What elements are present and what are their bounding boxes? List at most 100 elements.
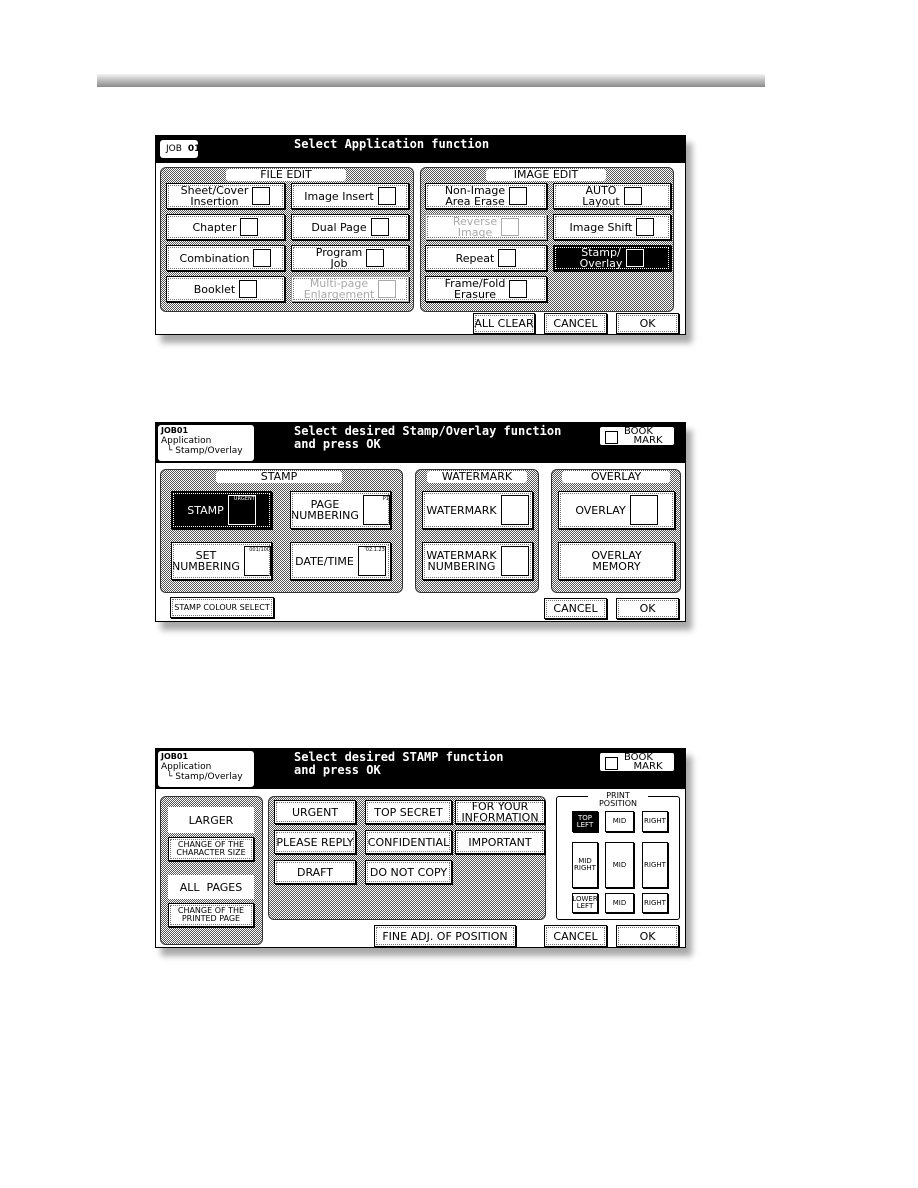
button-chapter[interactable]: Chapter <box>166 214 285 240</box>
image-shift-icon <box>636 218 655 236</box>
button-overlay-memory-label: OVERLAY MEMORY <box>591 549 642 573</box>
button-watermark[interactable]: WATERMARK <box>422 491 533 529</box>
stamp-preview-icon: P1 <box>362 495 390 525</box>
non-image-erase-icon <box>509 187 528 205</box>
button-stamp-overlay[interactable]: Stamp/ Overlay <box>553 245 671 271</box>
stamp-please-reply[interactable]: PLEASE REPLY <box>274 830 356 854</box>
button-repeat-label: Repeat <box>455 251 495 265</box>
button-overlay-label: OVERLAY <box>575 503 626 517</box>
screen-title: Select desired STAMP function and press … <box>294 750 504 777</box>
button-program-job[interactable]: Program Job <box>291 245 409 271</box>
header-rule <box>97 74 765 87</box>
button-sheet-cover-insertion[interactable]: Sheet/Cover Insertion <box>166 183 285 209</box>
button-dual-page[interactable]: Dual Page <box>291 214 409 240</box>
position-mid-right[interactable]: MID RIGHT <box>572 842 598 888</box>
button-program-job-label: Program Job <box>315 246 363 270</box>
screen-header: JOB01 Application └ Stamp/Overlay Select… <box>156 749 685 789</box>
button-watermark-numbering[interactable]: WATERMARK NUMBERING <box>422 542 533 580</box>
button-reverse-image: Reverse Image <box>425 214 547 240</box>
button-auto-layout[interactable]: AUTO Layout <box>553 183 671 209</box>
button-booklet[interactable]: Booklet <box>166 276 285 302</box>
button-non-image-area-erase-label: Non-Image Area Erase <box>444 184 506 208</box>
sheet-cover-icon <box>252 187 271 205</box>
stamp-overlay-icon <box>626 249 645 267</box>
ok-button[interactable]: OK <box>616 598 679 619</box>
button-image-insert[interactable]: Image Insert <box>291 183 409 209</box>
stamp-preview-icon <box>629 495 658 525</box>
all-clear-button[interactable]: ALL CLEAR <box>473 313 535 334</box>
button-watermark-numbering-label: WATERMARK NUMBERING <box>426 549 497 573</box>
button-repeat[interactable]: Repeat <box>425 245 547 271</box>
button-date-time[interactable]: DATE/TIME '02.1.23 <box>290 542 391 580</box>
breadcrumb: JOB01 Application └ Stamp/Overlay <box>158 425 254 461</box>
screen-header: JOB 01 Select Application function <box>156 136 685 163</box>
button-auto-layout-label: AUTO Layout <box>582 184 620 208</box>
character-size-value: LARGER <box>168 807 254 833</box>
repeat-icon <box>498 249 517 267</box>
ok-button[interactable]: OK <box>616 925 679 947</box>
position-lower-left[interactable]: LOWER LEFT <box>572 893 598 913</box>
stamp-group-label: STAMP <box>216 471 342 483</box>
button-multi-page-enlargement-label: Multi-page Enlargement <box>303 277 375 301</box>
button-overlay-memory[interactable]: OVERLAY MEMORY <box>558 542 675 580</box>
stamp-do-not-copy[interactable]: DO NOT COPY <box>365 860 452 884</box>
cancel-button[interactable]: CANCEL <box>544 598 607 619</box>
frame-fold-icon <box>509 280 528 298</box>
stamp-function-screen: JOB01 Application └ Stamp/Overlay Select… <box>155 748 686 948</box>
ok-button[interactable]: OK <box>616 313 679 334</box>
cancel-button[interactable]: CANCEL <box>544 925 607 947</box>
button-image-shift[interactable]: Image Shift <box>553 214 671 240</box>
change-character-size-button[interactable]: CHANGE OF THE CHARACTER SIZE <box>168 837 254 861</box>
button-sheet-cover-insertion-label: Sheet/Cover Insertion <box>180 184 249 208</box>
position-right[interactable]: RIGHT <box>642 842 668 888</box>
job-tab: JOB 01 <box>160 140 201 158</box>
screen-header: JOB01 Application └ Stamp/Overlay Select… <box>156 423 685 463</box>
job-label: JOB <box>166 144 182 154</box>
image-insert-icon <box>377 187 396 205</box>
stamp-colour-select-button[interactable]: STAMP COLOUR SELECT <box>170 597 274 618</box>
reverse-image-icon <box>501 218 520 236</box>
position-mid[interactable]: MID <box>605 893 634 913</box>
button-chapter-label: Chapter <box>192 220 237 234</box>
change-printed-page-button[interactable]: CHANGE OF THE PRINTED PAGE <box>168 903 254 927</box>
position-right[interactable]: RIGHT <box>642 893 668 913</box>
cancel-button[interactable]: CANCEL <box>544 313 607 334</box>
button-frame-fold-erasure[interactable]: Frame/Fold Erasure <box>425 276 547 302</box>
stamp-overlay-screen: JOB01 Application └ Stamp/Overlay Select… <box>155 422 686 622</box>
button-set-numbering[interactable]: SET NUMBERING 001/100 <box>171 542 272 580</box>
bookmark-button[interactable]: BOOK MARK <box>599 426 675 446</box>
position-right-label: RIGHT <box>644 817 666 825</box>
position-mid[interactable]: MID <box>605 811 634 832</box>
stamp-confidential[interactable]: CONFIDENTIAL <box>365 830 452 854</box>
position-lower-left-label: LOWER LEFT <box>572 895 598 910</box>
button-dual-page-label: Dual Page <box>311 220 367 234</box>
button-page-numbering[interactable]: PAGE NUMBERING P1 <box>290 491 391 529</box>
stamp-please-reply-label: PLEASE REPLY <box>276 835 354 849</box>
position-top-left[interactable]: TOP LEFT <box>572 811 598 832</box>
stamp-top-secret[interactable]: TOP SECRET <box>365 800 452 824</box>
fine-adj-position-button[interactable]: FINE ADJ. OF POSITION <box>374 925 516 947</box>
stamp-urgent[interactable]: URGENT <box>274 800 356 824</box>
position-right-label: RIGHT <box>644 898 666 907</box>
button-stamp[interactable]: STAMP URGENT <box>171 491 272 529</box>
bookmark-checkbox-icon <box>605 431 618 444</box>
position-mid[interactable]: MID <box>605 842 634 888</box>
multi-page-icon <box>378 280 397 298</box>
button-overlay[interactable]: OVERLAY <box>558 491 675 529</box>
screen-title: Select desired Stamp/Overlay function an… <box>294 424 562 451</box>
stamp-for-your-information[interactable]: FOR YOUR INFORMATION <box>455 800 545 824</box>
stamp-do-not-copy-label: DO NOT COPY <box>369 865 448 879</box>
button-non-image-area-erase[interactable]: Non-Image Area Erase <box>425 183 547 209</box>
watermark-group-label: WATERMARK <box>427 471 527 483</box>
job-number: 01 <box>187 144 201 154</box>
auto-layout-icon <box>623 187 642 205</box>
position-mid-right-label: MID RIGHT <box>574 857 596 872</box>
bookmark-button[interactable]: BOOK MARK <box>599 752 675 772</box>
position-right[interactable]: RIGHT <box>642 811 668 832</box>
stamp-important[interactable]: IMPORTANT <box>455 830 545 854</box>
button-combination[interactable]: Combination <box>166 245 285 271</box>
button-image-shift-label: Image Shift <box>569 220 633 234</box>
job-number: JOB01 <box>161 426 189 435</box>
breadcrumb-root: Application <box>161 762 212 772</box>
stamp-draft[interactable]: DRAFT <box>274 860 356 884</box>
